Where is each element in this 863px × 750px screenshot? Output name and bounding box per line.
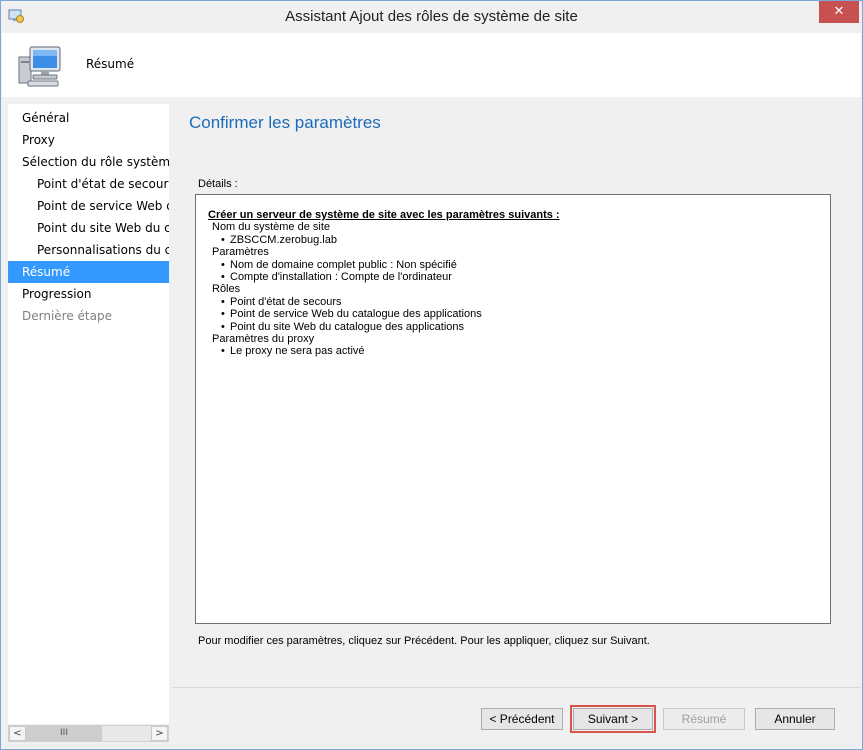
nav-item-role-selection[interactable]: Sélection du rôle système (8, 151, 169, 173)
window-title: Assistant Ajout des rôles de système de … (285, 8, 578, 25)
hint-text: Pour modifier ces paramètres, cliquez su… (198, 635, 650, 647)
list-item: Point d'état de secours (208, 296, 818, 309)
wizard-step-nav: Général Proxy Sélection du rôle système … (8, 104, 169, 724)
close-button[interactable]: ✕ (819, 1, 859, 23)
nav-item-fallback-status-point[interactable]: Point d'état de secours (8, 173, 169, 195)
nav-horizontal-scrollbar[interactable]: < III > (8, 725, 169, 742)
cancel-button[interactable]: Annuler (755, 708, 835, 730)
main-panel: Confirmer les paramètres Détails : Créer… (172, 97, 861, 687)
scroll-left-arrow-icon[interactable]: < (9, 726, 26, 741)
details-textbox[interactable]: Créer un serveur de système de site avec… (195, 194, 831, 624)
nav-item-completion: Dernière étape (22, 309, 112, 323)
list-item: Point du site Web du catalogue des appli… (208, 321, 818, 334)
details-label: Détails : (198, 178, 238, 190)
list-item: Compte d'installation : Compte de l'ordi… (208, 271, 818, 284)
computer-icon (18, 46, 61, 87)
nav-item-catalog-web-service-point[interactable]: Point de service Web du catalogue des ap… (8, 195, 169, 217)
summary-button: Résumé (663, 708, 745, 730)
list-item: Point de service Web du catalogue des ap… (208, 308, 818, 321)
nav-item-catalog-website-point[interactable]: Point du site Web du catalogue des appli… (8, 217, 169, 239)
list-item: ZBSCCM.zerobug.lab (208, 234, 818, 247)
section-title: Rôles (212, 283, 241, 296)
nav-item-summary[interactable]: Résumé (8, 261, 169, 283)
wizard-window: Assistant Ajout des rôles de système de … (0, 0, 863, 750)
header-title: Résumé (86, 57, 135, 71)
nav-item-proxy[interactable]: Proxy (8, 129, 169, 151)
list-item: Nom de domaine complet public : Non spéc… (208, 259, 818, 272)
page-title: Confirmer les paramètres (189, 113, 381, 132)
section-title: Paramètres du proxy (212, 333, 315, 346)
list-item: Le proxy ne sera pas activé (208, 345, 818, 358)
nav-item-general[interactable]: Général (8, 107, 169, 129)
section-title: Paramètres (212, 246, 269, 259)
nav-item-progress[interactable]: Progression (8, 283, 169, 305)
nav-item-catalog-customizations[interactable]: Personnalisations du catalogue des appli… (8, 239, 169, 261)
scroll-thumb[interactable]: III (26, 726, 102, 741)
section-title: Nom du système de site (212, 221, 330, 234)
footer-divider (172, 687, 861, 688)
scroll-right-arrow-icon[interactable]: > (151, 726, 168, 741)
next-button[interactable]: Suivant > (570, 705, 656, 733)
details-heading: Créer un serveur de système de site avec… (208, 209, 560, 221)
title-bar[interactable]: Assistant Ajout des rôles de système de … (1, 1, 862, 33)
wizard-header: Résumé (2, 33, 861, 97)
previous-button[interactable]: < Précédent (481, 708, 563, 730)
